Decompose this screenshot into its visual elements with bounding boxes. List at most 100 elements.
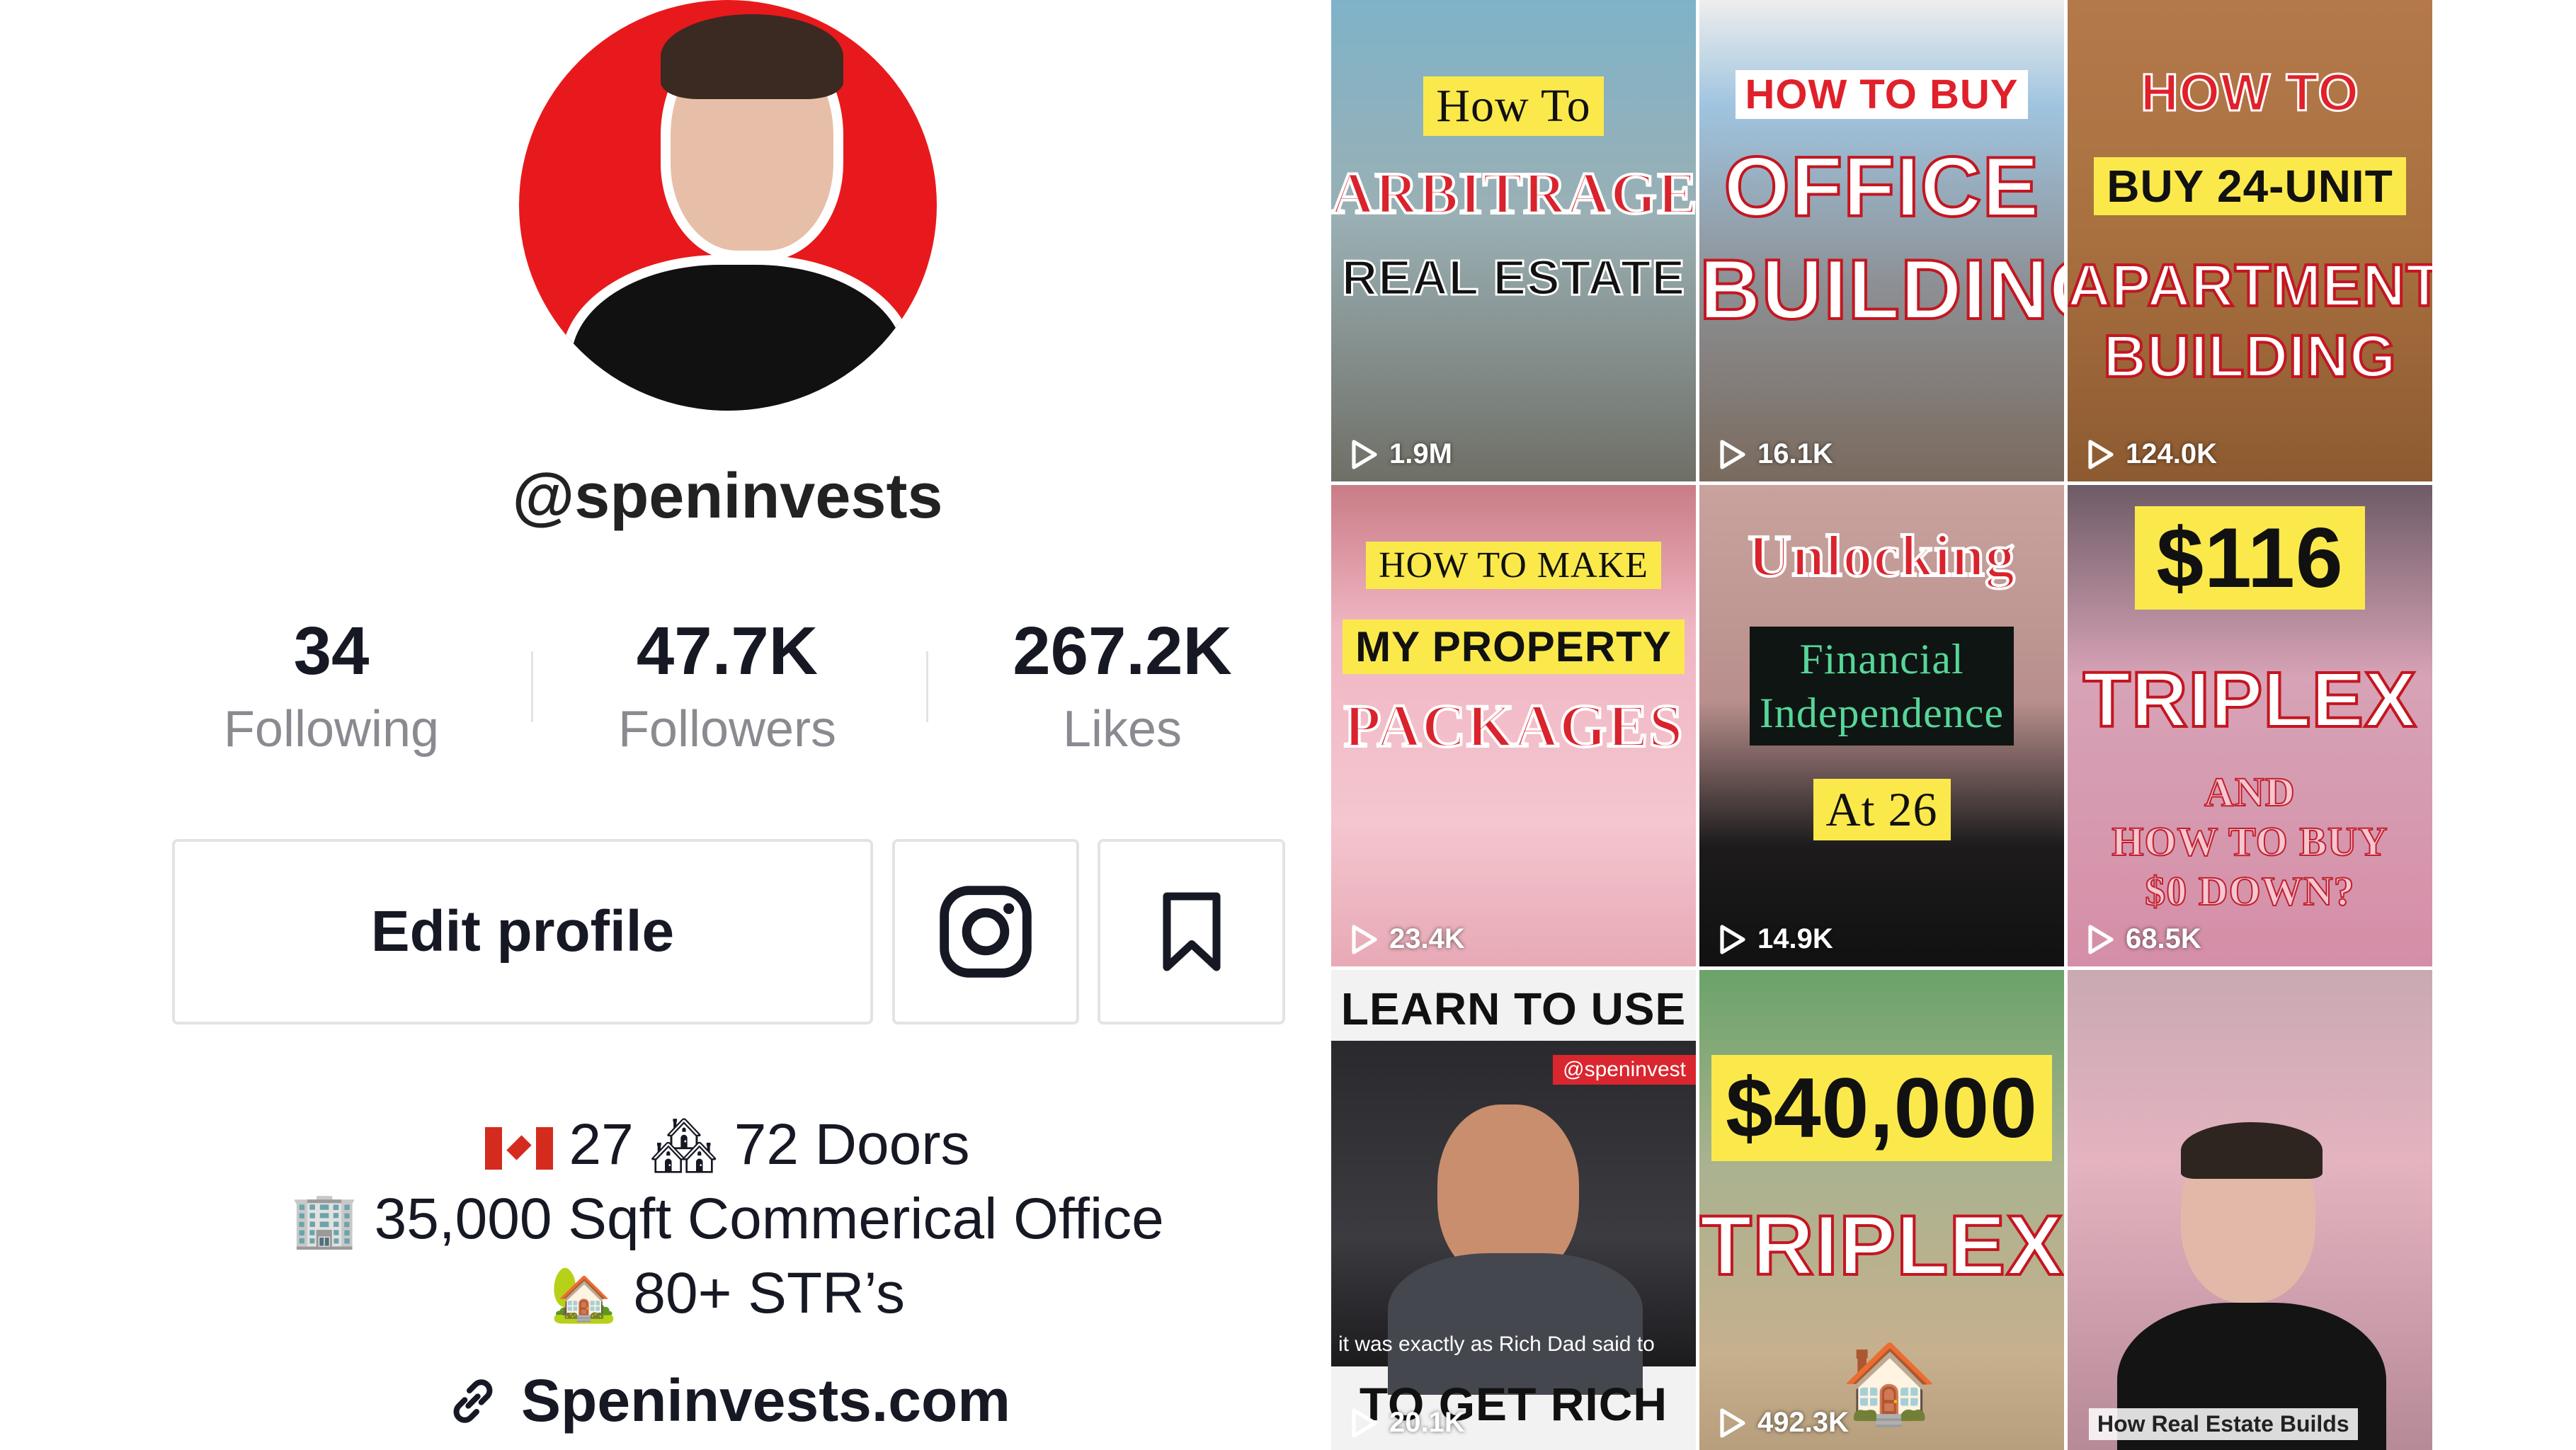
website-link[interactable]: Speninvests.com [0, 1366, 1455, 1435]
play-icon [1352, 439, 1377, 469]
bio-doors-count: 27 [569, 1112, 634, 1177]
profile-handle: @speninvests [512, 461, 943, 532]
view-count: 16.1K [1718, 438, 1833, 470]
canada-flag-icon [485, 1127, 554, 1170]
edit-profile-button[interactable]: Edit profile [172, 839, 873, 1024]
video-caption: At 26 [1813, 779, 1951, 840]
video-caption: How To [1423, 76, 1604, 136]
video-tile[interactable]: HOW TO BUY OFFICE BUILDING 16.1K [1699, 0, 2064, 481]
profile-panel: @speninvests 34 Following 47.7K Follower… [0, 0, 1331, 1450]
video-tile[interactable]: How Real Estate Builds [2068, 970, 2432, 1450]
view-count-text: 16.1K [1757, 438, 1833, 469]
play-icon [1720, 1408, 1745, 1438]
view-count: 20.1K [1350, 1407, 1465, 1439]
play-icon [2088, 439, 2114, 469]
favorites-button[interactable] [1098, 839, 1285, 1024]
video-caption: APARTMENT [2068, 251, 2432, 320]
video-caption: PACKAGES [1343, 690, 1684, 761]
stat-likes[interactable]: 267.2K Likes [1005, 609, 1239, 765]
video-caption: TRIPLEX [1699, 1197, 2064, 1294]
view-count: 1.9M [1350, 438, 1452, 470]
house-icon: 🏠 [1841, 1338, 1938, 1429]
view-count: 124.0K [2086, 438, 2217, 470]
stat-divider [531, 651, 533, 722]
video-caption: BUY 24-UNIT [2094, 157, 2406, 215]
website-link-text: Speninvests.com [521, 1367, 1010, 1434]
stat-followers[interactable]: 47.7K Followers [610, 609, 844, 765]
stat-following[interactable]: 34 Following [215, 609, 448, 765]
video-thumbnail: @speninvest it was exactly as Rich Dad s… [1331, 1041, 1696, 1395]
instagram-button[interactable] [892, 839, 1079, 1024]
bio-line-2: 🏢 35,000 Sqft Commerical Office [0, 1186, 1455, 1252]
video-caption: $40,000 [1711, 1055, 2052, 1161]
person-hair [2181, 1122, 2323, 1179]
video-tile[interactable]: $40,000 TRIPLEX 🏠 492.3K [1699, 970, 2064, 1450]
video-caption: BUILDING [2102, 321, 2398, 391]
link-icon [453, 1379, 493, 1423]
view-count-text: 23.4K [1389, 923, 1465, 954]
video-caption: Financial [1799, 636, 1964, 683]
video-caption: ARBITRAGE [1331, 159, 1696, 228]
avatar-shirt [562, 255, 914, 411]
video-caption: HOW TO [2140, 62, 2360, 123]
stat-likes-label: Likes [1062, 701, 1182, 758]
bookmark-icon [1163, 892, 1220, 971]
video-caption: BUILDING [1699, 241, 2064, 338]
video-tile[interactable]: Unlocking Financial Independence At 26 14… [1699, 485, 2064, 966]
video-tile[interactable]: $116 TRIPLEX AND HOW TO BUY $0 DOWN? 68.… [2068, 485, 2432, 966]
houses-icon: 🏘 [649, 1114, 718, 1177]
video-caption: Unlocking [1747, 522, 2017, 590]
house-with-garden-icon: 🏡 [549, 1262, 617, 1325]
video-watermark: @speninvest [1553, 1055, 1696, 1085]
video-caption: $0 DOWN? [2144, 867, 2355, 915]
play-icon [1352, 924, 1377, 954]
play-icon [1720, 924, 1745, 954]
stat-divider [926, 651, 928, 722]
person-body [1388, 1253, 1643, 1395]
video-caption: HOW TO BUY [2111, 818, 2388, 865]
play-icon [2088, 924, 2114, 954]
play-icon [1352, 1408, 1377, 1438]
video-caption: TRIPLEX [2082, 655, 2418, 745]
video-caption: HOW TO BUY [1735, 70, 2029, 119]
video-caption: Independence [1759, 690, 2005, 736]
view-count-text: 68.5K [2126, 923, 2201, 954]
video-tile[interactable]: LEARN TO USE DEBT @speninvest it was exa… [1331, 970, 1696, 1450]
video-tile[interactable]: HOW TO BUY 24-UNIT APARTMENT BUILDING 12… [2068, 0, 2432, 481]
bio-doors-label: 72 Doors [734, 1112, 970, 1177]
video-caption: MY PROPERTY [1343, 620, 1685, 674]
view-count-text: 20.1K [1389, 1407, 1465, 1438]
view-count-text: 124.0K [2126, 438, 2217, 469]
video-grid: How To ARBITRAGE REAL ESTATE 1.9M HOW TO… [1331, 0, 2576, 1450]
video-tile[interactable]: HOW TO MAKE MY PROPERTY PACKAGES 23.4K [1331, 485, 1696, 966]
view-count: 14.9K [1718, 923, 1833, 955]
instagram-icon [940, 886, 1032, 978]
stat-following-label: Following [223, 701, 440, 758]
office-building-icon: 🏢 [291, 1188, 358, 1251]
avatar-hair [661, 14, 843, 99]
view-count-text: 492.3K [1757, 1407, 1849, 1438]
stat-followers-label: Followers [617, 701, 837, 758]
video-caption: REAL ESTATE [1340, 249, 1686, 307]
video-caption: AND [2204, 768, 2296, 816]
view-count-text: 14.9K [1757, 923, 1833, 954]
video-caption: How Real Estate Builds [2089, 1408, 2358, 1440]
view-count: 68.5K [2086, 923, 2201, 955]
play-icon [1720, 439, 1745, 469]
avatar[interactable] [519, 0, 937, 411]
bio-str: 80+ STR’s [633, 1261, 906, 1325]
bio-line-1: 27 🏘 72 Doors [0, 1112, 1455, 1178]
bio-office: 35,000 Sqft Commerical Office [374, 1187, 1164, 1251]
video-subtitle: it was exactly as Rich Dad said to [1338, 1332, 1655, 1356]
video-caption: HOW TO MAKE [1366, 542, 1661, 589]
view-count: 23.4K [1350, 923, 1465, 955]
stat-likes-count: 267.2K [1013, 613, 1232, 689]
bio-line-3: 🏡 80+ STR’s [0, 1260, 1455, 1327]
stat-followers-count: 47.7K [636, 613, 819, 689]
video-caption: $116 [2135, 506, 2365, 610]
stat-following-count: 34 [293, 613, 370, 689]
view-count: 492.3K [1718, 1407, 1849, 1439]
video-tile[interactable]: How To ARBITRAGE REAL ESTATE 1.9M [1331, 0, 1696, 481]
view-count-text: 1.9M [1389, 438, 1452, 469]
video-caption: OFFICE [1723, 138, 2041, 236]
